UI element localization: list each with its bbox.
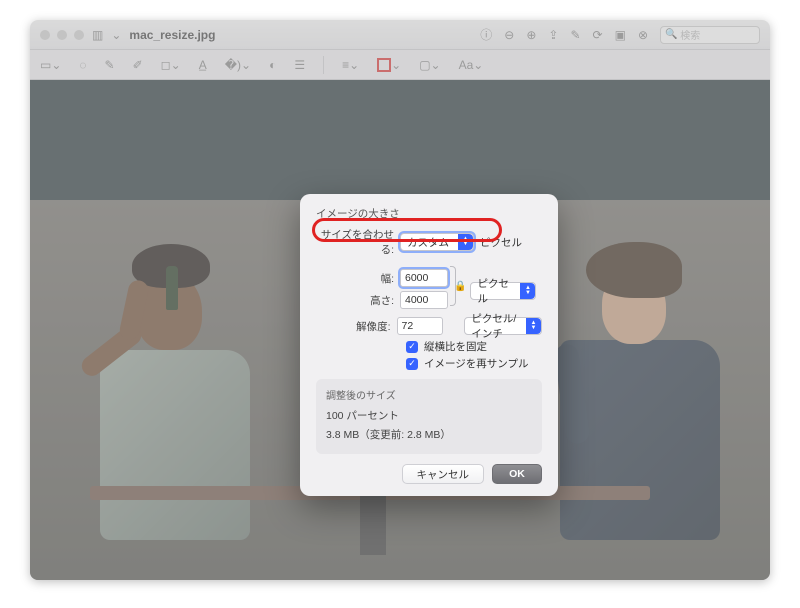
- adjust-size-icon[interactable]: ☰: [294, 58, 305, 72]
- chevron-updown-icon: ▲▼: [520, 283, 535, 299]
- ok-button[interactable]: OK: [492, 464, 542, 484]
- resulting-title: 調整後のサイズ: [326, 387, 532, 402]
- height-input[interactable]: 4000: [400, 291, 448, 309]
- line-style-icon[interactable]: ≡⌄: [342, 58, 359, 72]
- minimize-dot[interactable]: [57, 30, 67, 40]
- markup-icon[interactable]: ✎: [570, 28, 580, 42]
- shapes-tool-icon[interactable]: ◻︎⌄: [161, 58, 181, 72]
- fit-into-label: サイズを合わせる:: [316, 227, 394, 257]
- select-tool-icon[interactable]: ▭⌄: [40, 58, 61, 72]
- window-title: mac_resize.jpg: [129, 28, 215, 42]
- search-icon: 🔍: [665, 29, 677, 40]
- preview-window: ▥ ⌄ mac_resize.jpg ⓘ ⊖ ⊕ ⇪ ✎ ⟳ ▣ ⊗ 🔍 検索 …: [30, 20, 770, 580]
- resample-checkbox[interactable]: ✓: [406, 358, 418, 370]
- dropdown-icon[interactable]: ⌄: [111, 28, 121, 42]
- aspect-lock-label: 縦横比を固定: [424, 339, 487, 354]
- chevron-updown-icon: ▲▼: [458, 234, 473, 250]
- resulting-size: 3.8 MB（変更前: 2.8 MB）: [326, 427, 532, 442]
- adjust-color-icon[interactable]: ◐: [269, 58, 276, 72]
- search-input[interactable]: 🔍 検索: [660, 26, 760, 44]
- titlebar: ▥ ⌄ mac_resize.jpg ⓘ ⊖ ⊕ ⇪ ✎ ⟳ ▣ ⊗ 🔍 検索: [30, 20, 770, 50]
- text-style-icon[interactable]: Aa⌄: [459, 58, 484, 72]
- zoom-in-icon[interactable]: ⊕: [526, 28, 536, 42]
- aspect-lock-checkbox[interactable]: ✓: [406, 341, 418, 353]
- resulting-percent: 100 パーセント: [326, 408, 532, 423]
- lock-icon[interactable]: 🔒: [454, 281, 466, 292]
- rotate-icon[interactable]: ⟳: [593, 28, 603, 42]
- resolution-unit-select[interactable]: ピクセル/インチ ▲▼: [464, 317, 542, 335]
- fit-unit-label: ピクセル: [480, 235, 522, 250]
- info-icon[interactable]: ⓘ: [480, 26, 492, 43]
- crop-icon[interactable]: ▣: [615, 28, 626, 42]
- zoom-out-icon[interactable]: ⊖: [504, 28, 514, 42]
- chevron-updown-icon: ▲▼: [526, 318, 541, 334]
- stroke-color-icon[interactable]: ⌄: [377, 58, 401, 72]
- sign-tool-icon[interactable]: �)⌄: [225, 58, 251, 72]
- dimension-unit-select[interactable]: ピクセル ▲▼: [470, 282, 536, 300]
- search-placeholder: 検索: [680, 27, 700, 42]
- sidebar-toggle-icon[interactable]: ▥: [92, 28, 103, 42]
- fill-color-icon[interactable]: ▢⌄: [419, 58, 440, 72]
- lasso-tool-icon[interactable]: ◌: [79, 58, 86, 72]
- resample-label: イメージを再サンプル: [424, 356, 528, 371]
- resolution-input[interactable]: 72: [397, 317, 443, 335]
- resize-dialog: イメージの大きさ サイズを合わせる: カスタム ▲▼ ピクセル 幅: 6000 …: [300, 194, 558, 496]
- zoom-dot[interactable]: [74, 30, 84, 40]
- close-dot[interactable]: [40, 30, 50, 40]
- text-tool-icon[interactable]: A̲: [199, 58, 207, 72]
- height-label: 高さ:: [316, 293, 394, 308]
- trash-icon[interactable]: ⊗: [638, 28, 648, 42]
- resulting-size-panel: 調整後のサイズ 100 パーセント 3.8 MB（変更前: 2.8 MB）: [316, 379, 542, 454]
- fit-into-select[interactable]: カスタム ▲▼: [400, 233, 474, 251]
- dialog-section-label: イメージの大きさ: [316, 206, 542, 221]
- cancel-button[interactable]: キャンセル: [402, 464, 485, 484]
- draw-tool-icon[interactable]: ✐: [133, 58, 143, 72]
- window-controls[interactable]: [40, 30, 84, 40]
- markup-toolbar: ▭⌄ ◌ ✎ ✐ ◻︎⌄ A̲ �)⌄ ◐ ☰ ≡⌄ ⌄ ▢⌄ Aa⌄: [30, 50, 770, 80]
- table-leg: [360, 495, 386, 555]
- width-label: 幅:: [316, 271, 394, 286]
- sketch-tool-icon[interactable]: ✎: [105, 58, 115, 72]
- resolution-label: 解像度:: [316, 319, 391, 334]
- share-icon[interactable]: ⇪: [548, 28, 558, 42]
- width-input[interactable]: 6000: [400, 269, 448, 287]
